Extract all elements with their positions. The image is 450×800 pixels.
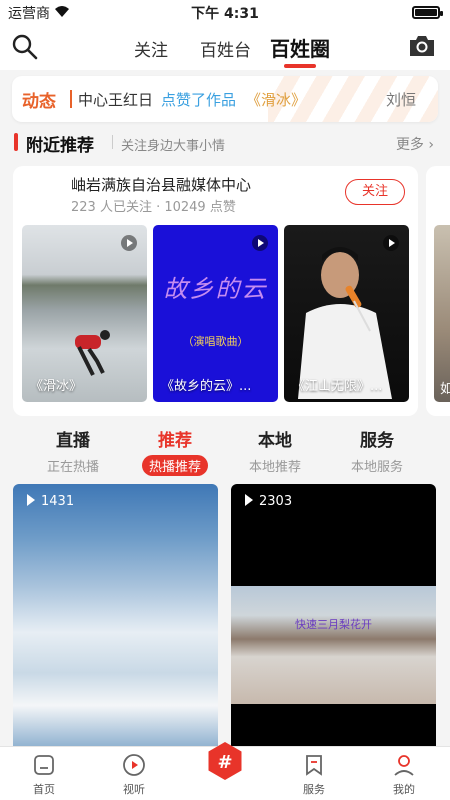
play-icon [252,235,268,251]
slide-title-text: 故乡的云 [163,275,268,303]
creator-stats: 223 人已关注 · 10249 点赞 [71,200,236,215]
video-caption: 《滑冰》 [30,379,83,394]
category-title: 服务 [360,431,394,451]
search-icon[interactable] [12,34,38,60]
category-subtitle: 本地推荐 [248,460,301,475]
section-title: 附近推荐 [26,136,94,156]
tab-label: 视听 [123,783,145,796]
video-overlay-title: 快速三月梨花开 [295,618,372,631]
category-live[interactable]: 直播 正在热播 [28,426,118,476]
play-circle-icon [123,754,145,776]
blossom-scene: 快速三月梨花开 [231,586,436,704]
peek-thumbnail [434,225,450,402]
chevron-right-icon: › [428,137,434,153]
top-tabs: 关注 百姓台 百姓圈 [120,32,340,68]
tab-follow[interactable]: 关注 [134,36,168,61]
play-icon [383,235,399,251]
tab-home[interactable]: 首页 [14,753,74,797]
svg-text:#: # [217,752,232,773]
tab-label: 我的 [393,783,415,796]
category-title: 直播 [56,431,90,451]
tab-mine[interactable]: 我的 [374,753,434,797]
category-subtitle: 热播推荐 [141,455,208,476]
category-tabs: 直播 正在热播 推荐 热播推荐 本地 本地推荐 服务 本地服务 [0,426,450,476]
creator-name: 岫岩满族自治县融媒体中心 [71,176,252,194]
section-divider [112,135,113,149]
ticker-separator [70,90,72,108]
tab-label: 首页 [33,783,55,796]
play-icon [121,235,137,251]
battery-icon [412,6,443,19]
more-link[interactable]: 更多 › [396,134,434,154]
tab-baixingquan[interactable]: 百姓圈 [270,33,330,62]
active-tab-indicator [284,64,316,68]
status-bar: 运营商 下午 4:31 [0,0,450,24]
ticker-next-actor: 刘恒 [386,91,417,109]
ticker-message: 中心王红日 点赞了作品 《滑冰》 刘恒 [78,89,416,110]
slide-subtitle-text: （演唱歌曲） [182,335,249,348]
ticker-action: 点赞了作品 [161,91,237,109]
bottom-tab-bar: 首页 视听 # 服务 我的 [0,742,450,800]
hashtag-icon[interactable]: # [205,741,245,781]
follow-button[interactable]: 关注 [345,179,405,205]
user-icon [394,755,414,776]
clock: 下午 4:31 [191,6,259,22]
video-thumbnail-skating[interactable]: 《滑冰》 [22,225,147,402]
nearby-section-header: 附近推荐 关注身边大事小情 更多 › [0,130,450,156]
view-count: 1431 [27,494,74,509]
category-title: 本地 [258,431,292,451]
section-subtitle: 关注身边大事小情 [121,139,226,154]
feed-video-pear-blossom[interactable]: 2303 快速三月梨花开 [231,484,436,754]
camera-icon[interactable] [408,34,436,58]
top-nav: 关注 百姓台 百姓圈 [0,24,450,70]
skater-figure [75,330,110,376]
tab-video[interactable]: 视听 [104,753,164,797]
next-card-peek[interactable]: 如 [426,166,450,416]
peek-caption: 如 [440,382,450,397]
video-thumbnail-guxiang[interactable]: 故乡的云 （演唱歌曲） 《故乡的云》... [153,225,278,402]
more-label: 更多 [395,137,424,153]
tab-service[interactable]: 服务 [284,753,344,797]
tab-baixingtai[interactable]: 百姓台 [200,36,251,61]
home-icon [34,755,54,775]
feed-video-sky[interactable]: 1431 [13,484,218,754]
ticker-work: 《滑冰》 [246,91,307,109]
bookmark-icon [306,755,322,776]
category-subtitle: 正在热播 [46,460,99,475]
view-count: 2303 [245,494,292,509]
video-caption: 《江山无限》... [292,379,383,394]
tab-label: 服务 [303,783,325,796]
category-subtitle: 本地服务 [350,460,403,475]
creator-card[interactable]: 岫岩满族自治县融媒体中心 223 人已关注 · 10249 点赞 关注 《滑冰》… [13,166,418,416]
category-local[interactable]: 本地 本地推荐 [230,426,320,476]
ticker-actor: 中心王红日 [78,91,154,109]
video-thumbnail-jiangshan[interactable]: 《江山无限》... [284,225,409,402]
category-service[interactable]: 服务 本地服务 [332,426,422,476]
category-title: 推荐 [158,431,192,451]
activity-ticker[interactable]: 动态 中心王红日 点赞了作品 《滑冰》 刘恒 [12,76,438,122]
video-caption: 《故乡的云》... [161,379,252,394]
section-accent-bar [14,133,18,151]
activity-badge: 动态 [22,92,56,112]
category-recommend[interactable]: 推荐 热播推荐 [130,426,220,476]
